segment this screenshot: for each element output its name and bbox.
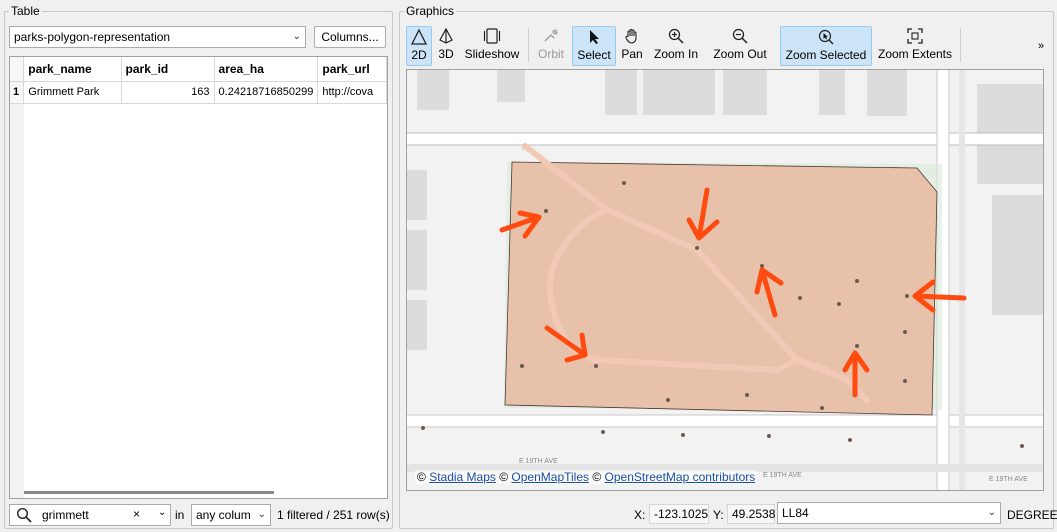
y-coord-value: 49.2538 xyxy=(727,504,775,524)
zoom-extents-button[interactable]: Zoom Extents xyxy=(876,26,954,66)
toolbar-separator xyxy=(528,28,529,62)
search-icon xyxy=(16,507,32,526)
select-label: Select xyxy=(577,48,611,62)
attribute-table[interactable]: park_name park_id area_ha park_url 1 Gri… xyxy=(9,56,388,499)
row-header-gutter xyxy=(10,104,24,498)
y-coord-label: Y: xyxy=(713,508,724,522)
orbit-label: Orbit xyxy=(537,47,564,61)
openmaptiles-link[interactable]: OpenMapTiles xyxy=(511,470,589,484)
zoom-extents-icon xyxy=(876,26,954,46)
zoom-out-label: Zoom Out xyxy=(713,47,767,61)
map-svg xyxy=(407,70,1043,490)
horizontal-scrollbar[interactable] xyxy=(24,491,274,494)
search-column-select[interactable]: any colum ⌄ xyxy=(191,504,271,526)
3d-label: 3D xyxy=(438,47,454,61)
copyright-symbol: © xyxy=(499,470,509,484)
street-label: E 19TH AVE xyxy=(989,476,1028,483)
search-input[interactable]: grimmett × ⌄ xyxy=(9,504,171,526)
table-row[interactable]: 1 Grimmett Park 163 0.24218716850299 htt… xyxy=(10,81,387,104)
copyright-symbol: © xyxy=(592,470,602,484)
row-number[interactable]: 1 xyxy=(10,81,25,104)
street-label: E 19TH AVE xyxy=(763,472,802,479)
zoom-selected-button[interactable]: Zoom Selected xyxy=(780,26,872,66)
zoom-in-icon xyxy=(650,26,702,46)
corner-header[interactable] xyxy=(10,57,25,82)
2d-label: 2D xyxy=(411,48,427,62)
table-panel: Table parks-polygon-representation ⌄ Col… xyxy=(4,3,393,529)
clear-search-icon[interactable]: × xyxy=(133,507,140,521)
triangle-icon xyxy=(407,27,431,47)
slideshow-button[interactable]: Slideshow xyxy=(462,26,522,66)
column-header-area-ha[interactable]: area_ha xyxy=(214,57,319,82)
search-input-value: grimmett xyxy=(42,508,89,522)
layer-select[interactable]: parks-polygon-representation ⌄ xyxy=(9,26,306,48)
slideshow-icon xyxy=(462,26,522,46)
zoom-in-button[interactable]: Zoom In xyxy=(650,26,702,66)
map-canvas[interactable]: E 19TH AVE E 19TH AVE E 19TH AVE © Stadi… xyxy=(406,69,1044,491)
crs-select[interactable]: LL84 ⌄ xyxy=(777,502,1001,524)
x-coord-value: -123.1025 xyxy=(649,504,709,524)
zoom-selected-icon xyxy=(781,27,871,47)
cell-area-ha[interactable]: 0.24218716850299 xyxy=(214,81,319,104)
columns-button[interactable]: Columns... xyxy=(314,26,386,48)
graphics-panel-title: Graphics xyxy=(404,3,457,19)
pyramid-icon xyxy=(434,26,458,46)
2d-view-button[interactable]: 2D xyxy=(406,26,432,66)
column-header-park-name[interactable]: park_name xyxy=(23,57,122,82)
table-panel-title: Table xyxy=(9,3,42,19)
column-header-park-id[interactable]: park_id xyxy=(121,57,215,82)
zoom-out-icon xyxy=(708,26,772,46)
graphics-panel: Graphics 2D 3D Slideshow Orbit Select Pa… xyxy=(399,3,1057,529)
street-label: E 19TH AVE xyxy=(519,458,558,465)
unit-label: DEGREE xyxy=(1007,508,1057,522)
zoom-in-label: Zoom In xyxy=(653,47,698,61)
pan-label: Pan xyxy=(621,47,643,61)
select-tool-button[interactable]: Select xyxy=(572,26,616,66)
pan-tool-button[interactable]: Pan xyxy=(618,26,646,66)
crs-select-value: LL84 xyxy=(782,506,809,520)
copyright-symbol: © xyxy=(417,470,426,484)
chevron-down-icon: ⌄ xyxy=(257,509,266,520)
chevron-down-icon: ⌄ xyxy=(987,507,996,518)
column-header-park-url[interactable]: park_url xyxy=(317,57,387,82)
orbit-button[interactable]: Orbit xyxy=(534,26,568,66)
slideshow-label: Slideshow xyxy=(464,47,520,61)
zoom-out-button[interactable]: Zoom Out xyxy=(708,26,772,66)
cell-park-url[interactable]: http://cova xyxy=(317,81,387,104)
cell-park-id[interactable]: 163 xyxy=(121,81,215,104)
layer-select-value: parks-polygon-representation xyxy=(14,30,171,44)
filter-status: 1 filtered / 251 row(s) xyxy=(277,508,390,522)
toolbar-overflow-chevron-icon[interactable]: » xyxy=(1038,38,1044,54)
search-column-value: any colum xyxy=(196,508,251,522)
stadia-maps-link[interactable]: Stadia Maps xyxy=(429,470,496,484)
cell-park-name[interactable]: Grimmett Park xyxy=(23,81,122,104)
x-coord-label: X: xyxy=(634,508,646,522)
map-attribution: © Stadia Maps © OpenMapTiles © OpenStree… xyxy=(415,470,758,484)
zoom-extents-label: Zoom Extents xyxy=(877,47,953,61)
search-history-chevron-icon[interactable]: ⌄ xyxy=(158,507,166,518)
zoom-selected-label: Zoom Selected xyxy=(785,48,867,62)
chevron-down-icon: ⌄ xyxy=(292,31,301,42)
cursor-arrow-icon xyxy=(573,27,615,47)
search-in-label: in xyxy=(175,508,185,522)
hand-icon xyxy=(618,26,646,46)
toolbar-separator xyxy=(960,28,961,62)
selected-park-polygon[interactable] xyxy=(504,161,938,416)
orbit-icon xyxy=(534,26,568,46)
openstreetmap-link[interactable]: OpenStreetMap contributors xyxy=(605,470,756,484)
3d-view-button[interactable]: 3D xyxy=(434,26,458,66)
